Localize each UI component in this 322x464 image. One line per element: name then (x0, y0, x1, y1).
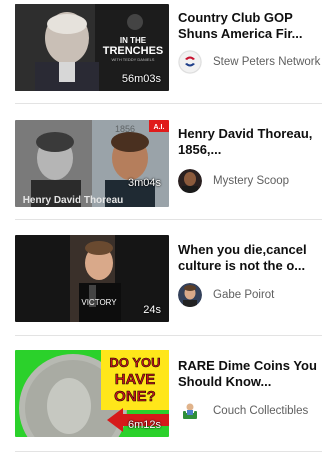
video-duration: 3m04s (127, 177, 161, 189)
channel-name[interactable]: Couch Collectibles (213, 403, 322, 419)
thumb-text-line-1: IN THE (120, 36, 147, 45)
stew-peters-network-logo-icon (178, 50, 202, 74)
channel-name[interactable]: Gabe Poirot (213, 287, 322, 303)
channel-info[interactable]: Gabe Poirot (178, 283, 322, 319)
video-title[interactable]: Henry David Thoreau, 1856,... (178, 126, 322, 158)
couch-collectibles-avatar-icon (178, 399, 202, 423)
thumb-text-line-1: DO YOU (109, 355, 160, 370)
channel-name[interactable]: Stew Peters Network (213, 54, 322, 70)
video-thumbnail[interactable]: VICTORY 24s (15, 235, 169, 322)
video-title[interactable]: Country Club GOP Shuns America Fir... (178, 10, 322, 42)
thumb-text-line-2: A.I. (154, 124, 165, 131)
video-item[interactable]: VICTORY 24s When you die,cancel culture … (15, 219, 322, 335)
channel-name[interactable]: Mystery Scoop (213, 173, 322, 189)
video-thumbnail[interactable]: 1856 A.I. Henry David Thoreau 3m04s (15, 120, 169, 207)
thumb-text-line-1: 1856 (115, 124, 135, 134)
video-thumbnail[interactable]: DO YOU HAVE ONE? 6m12s (15, 350, 169, 437)
gabe-poirot-avatar-icon (178, 283, 202, 307)
divider (15, 451, 322, 452)
video-item[interactable]: DO YOU HAVE ONE? 6m12s RARE Dime Coins Y… (15, 335, 322, 451)
video-duration: 56m03s (121, 73, 161, 85)
mystery-scoop-avatar-icon (178, 169, 202, 193)
video-title[interactable]: When you die,cancel culture is not the o… (178, 242, 322, 274)
video-item[interactable]: IN THE TRENCHES WITH TEDDY DANIELS 56m03… (15, 0, 322, 116)
channel-info[interactable]: Stew Peters Network (178, 50, 322, 86)
thumb-text-line-3: WITH TEDDY DANIELS (112, 57, 155, 62)
video-thumbnail[interactable]: IN THE TRENCHES WITH TEDDY DANIELS 56m03… (15, 4, 169, 91)
video-duration: 6m12s (127, 419, 161, 431)
thumb-text-line-2: HAVE (115, 371, 156, 388)
thumb-text-line-3: Henry David Thoreau (23, 195, 124, 206)
video-title[interactable]: RARE Dime Coins You Should Know... (178, 358, 322, 390)
video-item[interactable]: 1856 A.I. Henry David Thoreau 3m04s Henr… (15, 103, 322, 219)
channel-info[interactable]: Couch Collectibles (178, 399, 322, 435)
video-duration: 24s (143, 304, 161, 316)
thumb-text-line-2: TRENCHES (103, 45, 164, 57)
thumb-text-line-1: VICTORY (81, 298, 117, 307)
thumb-text-line-3: ONE? (114, 388, 156, 405)
channel-info[interactable]: Mystery Scoop (178, 169, 322, 205)
